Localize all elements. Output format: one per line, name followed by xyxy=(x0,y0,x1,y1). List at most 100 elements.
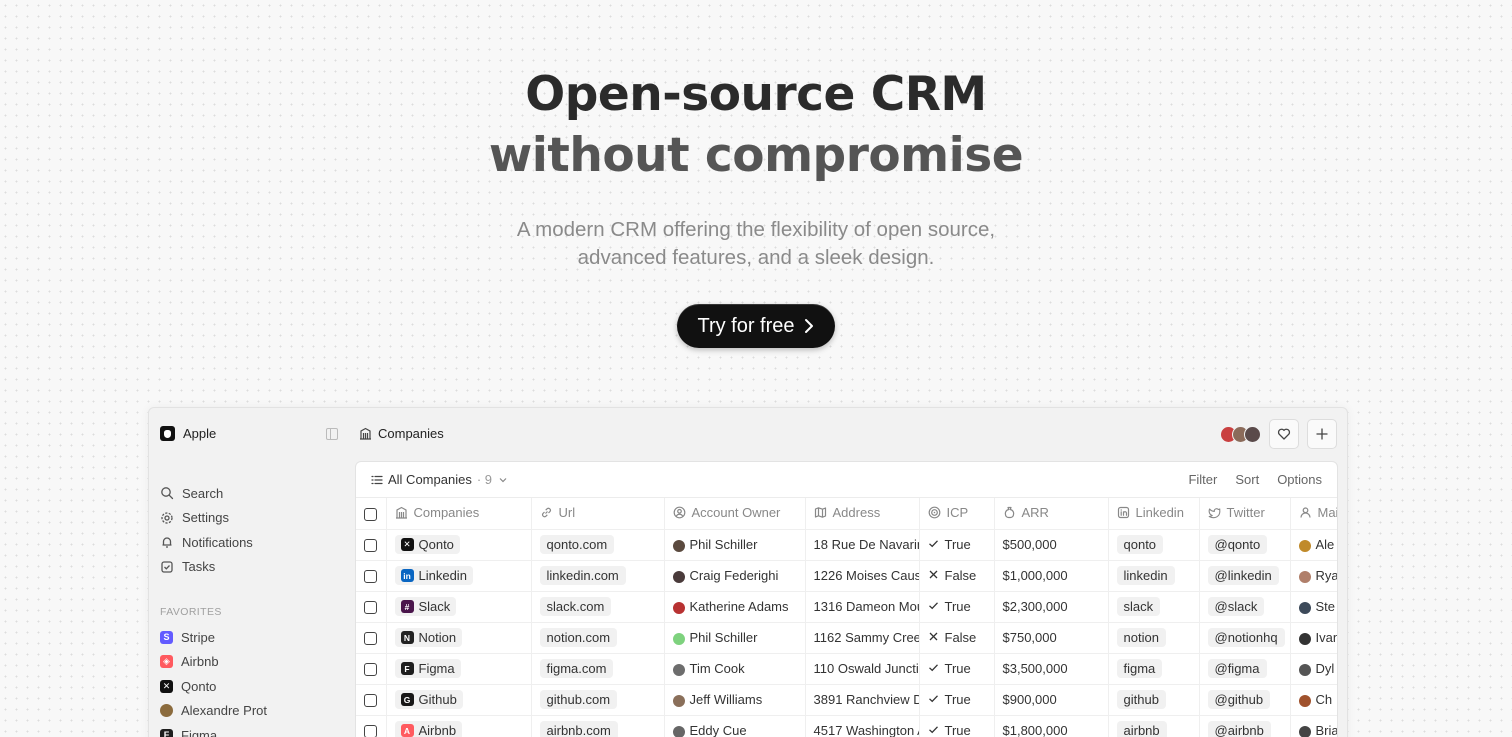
main-contact-cell[interactable]: Ale xyxy=(1290,529,1337,561)
table-row[interactable]: N Notion notion.com Phil Schiller 1162 Sa… xyxy=(356,622,1337,654)
select-all-checkbox[interactable] xyxy=(364,507,377,521)
favorite-item-airbnb[interactable]: ◈ Airbnb xyxy=(160,650,267,675)
linkedin-cell[interactable]: airbnb xyxy=(1108,715,1200,737)
linkedin-chip[interactable]: notion xyxy=(1116,628,1166,647)
row-checkbox[interactable] xyxy=(364,694,377,708)
row-select-cell[interactable] xyxy=(356,715,387,737)
column-header-url[interactable]: Url xyxy=(531,498,665,530)
arr-cell[interactable]: $3,500,000 xyxy=(994,653,1109,685)
icp-cell[interactable]: True xyxy=(919,591,995,623)
add-button[interactable] xyxy=(1307,419,1337,449)
row-select-cell[interactable] xyxy=(356,560,387,592)
sort-button[interactable]: Sort xyxy=(1235,472,1259,487)
linkedin-chip[interactable]: github xyxy=(1116,690,1166,709)
table-row[interactable]: # Slack slack.com Katherine Adams 1316 Da… xyxy=(356,591,1337,623)
twitter-chip[interactable]: @github xyxy=(1207,690,1271,709)
sidebar-item-notifications[interactable]: Notifications xyxy=(160,530,253,555)
icp-cell[interactable]: False xyxy=(919,622,995,654)
twitter-chip[interactable]: @figma xyxy=(1207,659,1267,678)
url-cell[interactable]: slack.com xyxy=(531,591,665,623)
main-contact-cell[interactable]: Rya xyxy=(1290,560,1337,592)
url-cell[interactable]: qonto.com xyxy=(531,529,665,561)
owner-cell[interactable]: Craig Federighi xyxy=(664,560,806,592)
linkedin-chip[interactable]: slack xyxy=(1116,597,1161,616)
row-select-cell[interactable] xyxy=(356,529,387,561)
column-header-arr[interactable]: ARR xyxy=(994,498,1109,530)
url-cell[interactable]: linkedin.com xyxy=(531,560,665,592)
column-header-companies[interactable]: Companies xyxy=(386,498,532,530)
url-cell[interactable]: airbnb.com xyxy=(531,715,665,737)
twitter-chip[interactable]: @airbnb xyxy=(1207,721,1271,737)
row-select-cell[interactable] xyxy=(356,622,387,654)
favorite-item-qonto[interactable]: ✕ Qonto xyxy=(160,674,267,699)
url-chip[interactable]: slack.com xyxy=(539,597,612,616)
owner-cell[interactable]: Phil Schiller xyxy=(664,529,806,561)
company-chip[interactable]: ✕ Qonto xyxy=(394,535,460,554)
favorite-item-alexandre-prot[interactable]: Alexandre Prot xyxy=(160,699,267,724)
twitter-cell[interactable]: @airbnb xyxy=(1199,715,1291,737)
url-chip[interactable]: qonto.com xyxy=(539,535,615,554)
address-cell[interactable]: 18 Rue De Navarin xyxy=(805,529,920,561)
company-chip[interactable]: A Airbnb xyxy=(394,721,463,737)
main-contact-cell[interactable]: Bria xyxy=(1290,715,1337,737)
table-row[interactable]: A Airbnb airbnb.com Eddy Cue 4517 Washing… xyxy=(356,715,1337,737)
twitter-cell[interactable]: @notionhq xyxy=(1199,622,1291,654)
row-checkbox[interactable] xyxy=(364,601,377,615)
sidebar-item-search[interactable]: Search xyxy=(160,481,253,506)
main-contact-cell[interactable]: Dyl xyxy=(1290,653,1337,685)
arr-cell[interactable]: $500,000 xyxy=(994,529,1109,561)
company-cell[interactable]: G Github xyxy=(386,684,532,716)
column-header-twitter[interactable]: Twitter xyxy=(1199,498,1291,530)
linkedin-cell[interactable]: github xyxy=(1108,684,1200,716)
linkedin-chip[interactable]: figma xyxy=(1116,659,1163,678)
company-cell[interactable]: A Airbnb xyxy=(386,715,532,737)
arr-cell[interactable]: $2,300,000 xyxy=(994,591,1109,623)
arr-cell[interactable]: $750,000 xyxy=(994,622,1109,654)
linkedin-cell[interactable]: slack xyxy=(1108,591,1200,623)
url-chip[interactable]: figma.com xyxy=(539,659,614,678)
company-chip[interactable]: in Linkedin xyxy=(394,566,473,585)
linkedin-chip[interactable]: qonto xyxy=(1116,535,1164,554)
address-cell[interactable]: 110 Oswald Junction xyxy=(805,653,920,685)
favorite-item-figma[interactable]: F Figma xyxy=(160,723,267,737)
try-for-free-button[interactable]: Try for free xyxy=(677,304,835,348)
column-header-account-owner[interactable]: Account Owner xyxy=(664,498,806,530)
table-row[interactable]: F Figma figma.com Tim Cook 110 Oswald Jun… xyxy=(356,653,1337,685)
address-cell[interactable]: 1316 Dameon Mountain xyxy=(805,591,920,623)
arr-cell[interactable]: $1,800,000 xyxy=(994,715,1109,737)
row-select-cell[interactable] xyxy=(356,591,387,623)
twitter-chip[interactable]: @qonto xyxy=(1207,535,1268,554)
icp-cell[interactable]: True xyxy=(919,684,995,716)
twitter-cell[interactable]: @slack xyxy=(1199,591,1291,623)
address-cell[interactable]: 1162 Sammy Creek xyxy=(805,622,920,654)
row-checkbox[interactable] xyxy=(364,539,377,553)
linkedin-cell[interactable]: figma xyxy=(1108,653,1200,685)
twitter-cell[interactable]: @github xyxy=(1199,684,1291,716)
owner-cell[interactable]: Katherine Adams xyxy=(664,591,806,623)
filter-button[interactable]: Filter xyxy=(1188,472,1217,487)
address-cell[interactable]: 1226 Moises Causeway xyxy=(805,560,920,592)
row-checkbox[interactable] xyxy=(364,632,377,646)
main-contact-cell[interactable]: Ste xyxy=(1290,591,1337,623)
linkedin-cell[interactable]: linkedin xyxy=(1108,560,1200,592)
row-select-cell[interactable] xyxy=(356,653,387,685)
url-chip[interactable]: notion.com xyxy=(539,628,618,647)
url-chip[interactable]: airbnb.com xyxy=(539,721,618,737)
select-all-cell[interactable] xyxy=(356,498,387,530)
company-chip[interactable]: N Notion xyxy=(394,628,463,647)
url-cell[interactable]: figma.com xyxy=(531,653,665,685)
options-button[interactable]: Options xyxy=(1277,472,1322,487)
collaborators-avatars[interactable] xyxy=(1220,425,1261,443)
sidebar-collapse-icon[interactable] xyxy=(326,428,338,440)
main-contact-cell[interactable]: Ch xyxy=(1290,684,1337,716)
address-cell[interactable]: 4517 Washington Ave xyxy=(805,715,920,737)
owner-cell[interactable]: Jeff Williams xyxy=(664,684,806,716)
url-chip[interactable]: github.com xyxy=(539,690,618,709)
table-row[interactable]: ✕ Qonto qonto.com Phil Schiller 18 Rue De… xyxy=(356,529,1337,561)
url-chip[interactable]: linkedin.com xyxy=(539,566,626,585)
table-row[interactable]: G Github github.com Jeff Williams 3891 Ra… xyxy=(356,684,1337,716)
twitter-cell[interactable]: @figma xyxy=(1199,653,1291,685)
row-select-cell[interactable] xyxy=(356,684,387,716)
owner-cell[interactable]: Phil Schiller xyxy=(664,622,806,654)
linkedin-cell[interactable]: qonto xyxy=(1108,529,1200,561)
